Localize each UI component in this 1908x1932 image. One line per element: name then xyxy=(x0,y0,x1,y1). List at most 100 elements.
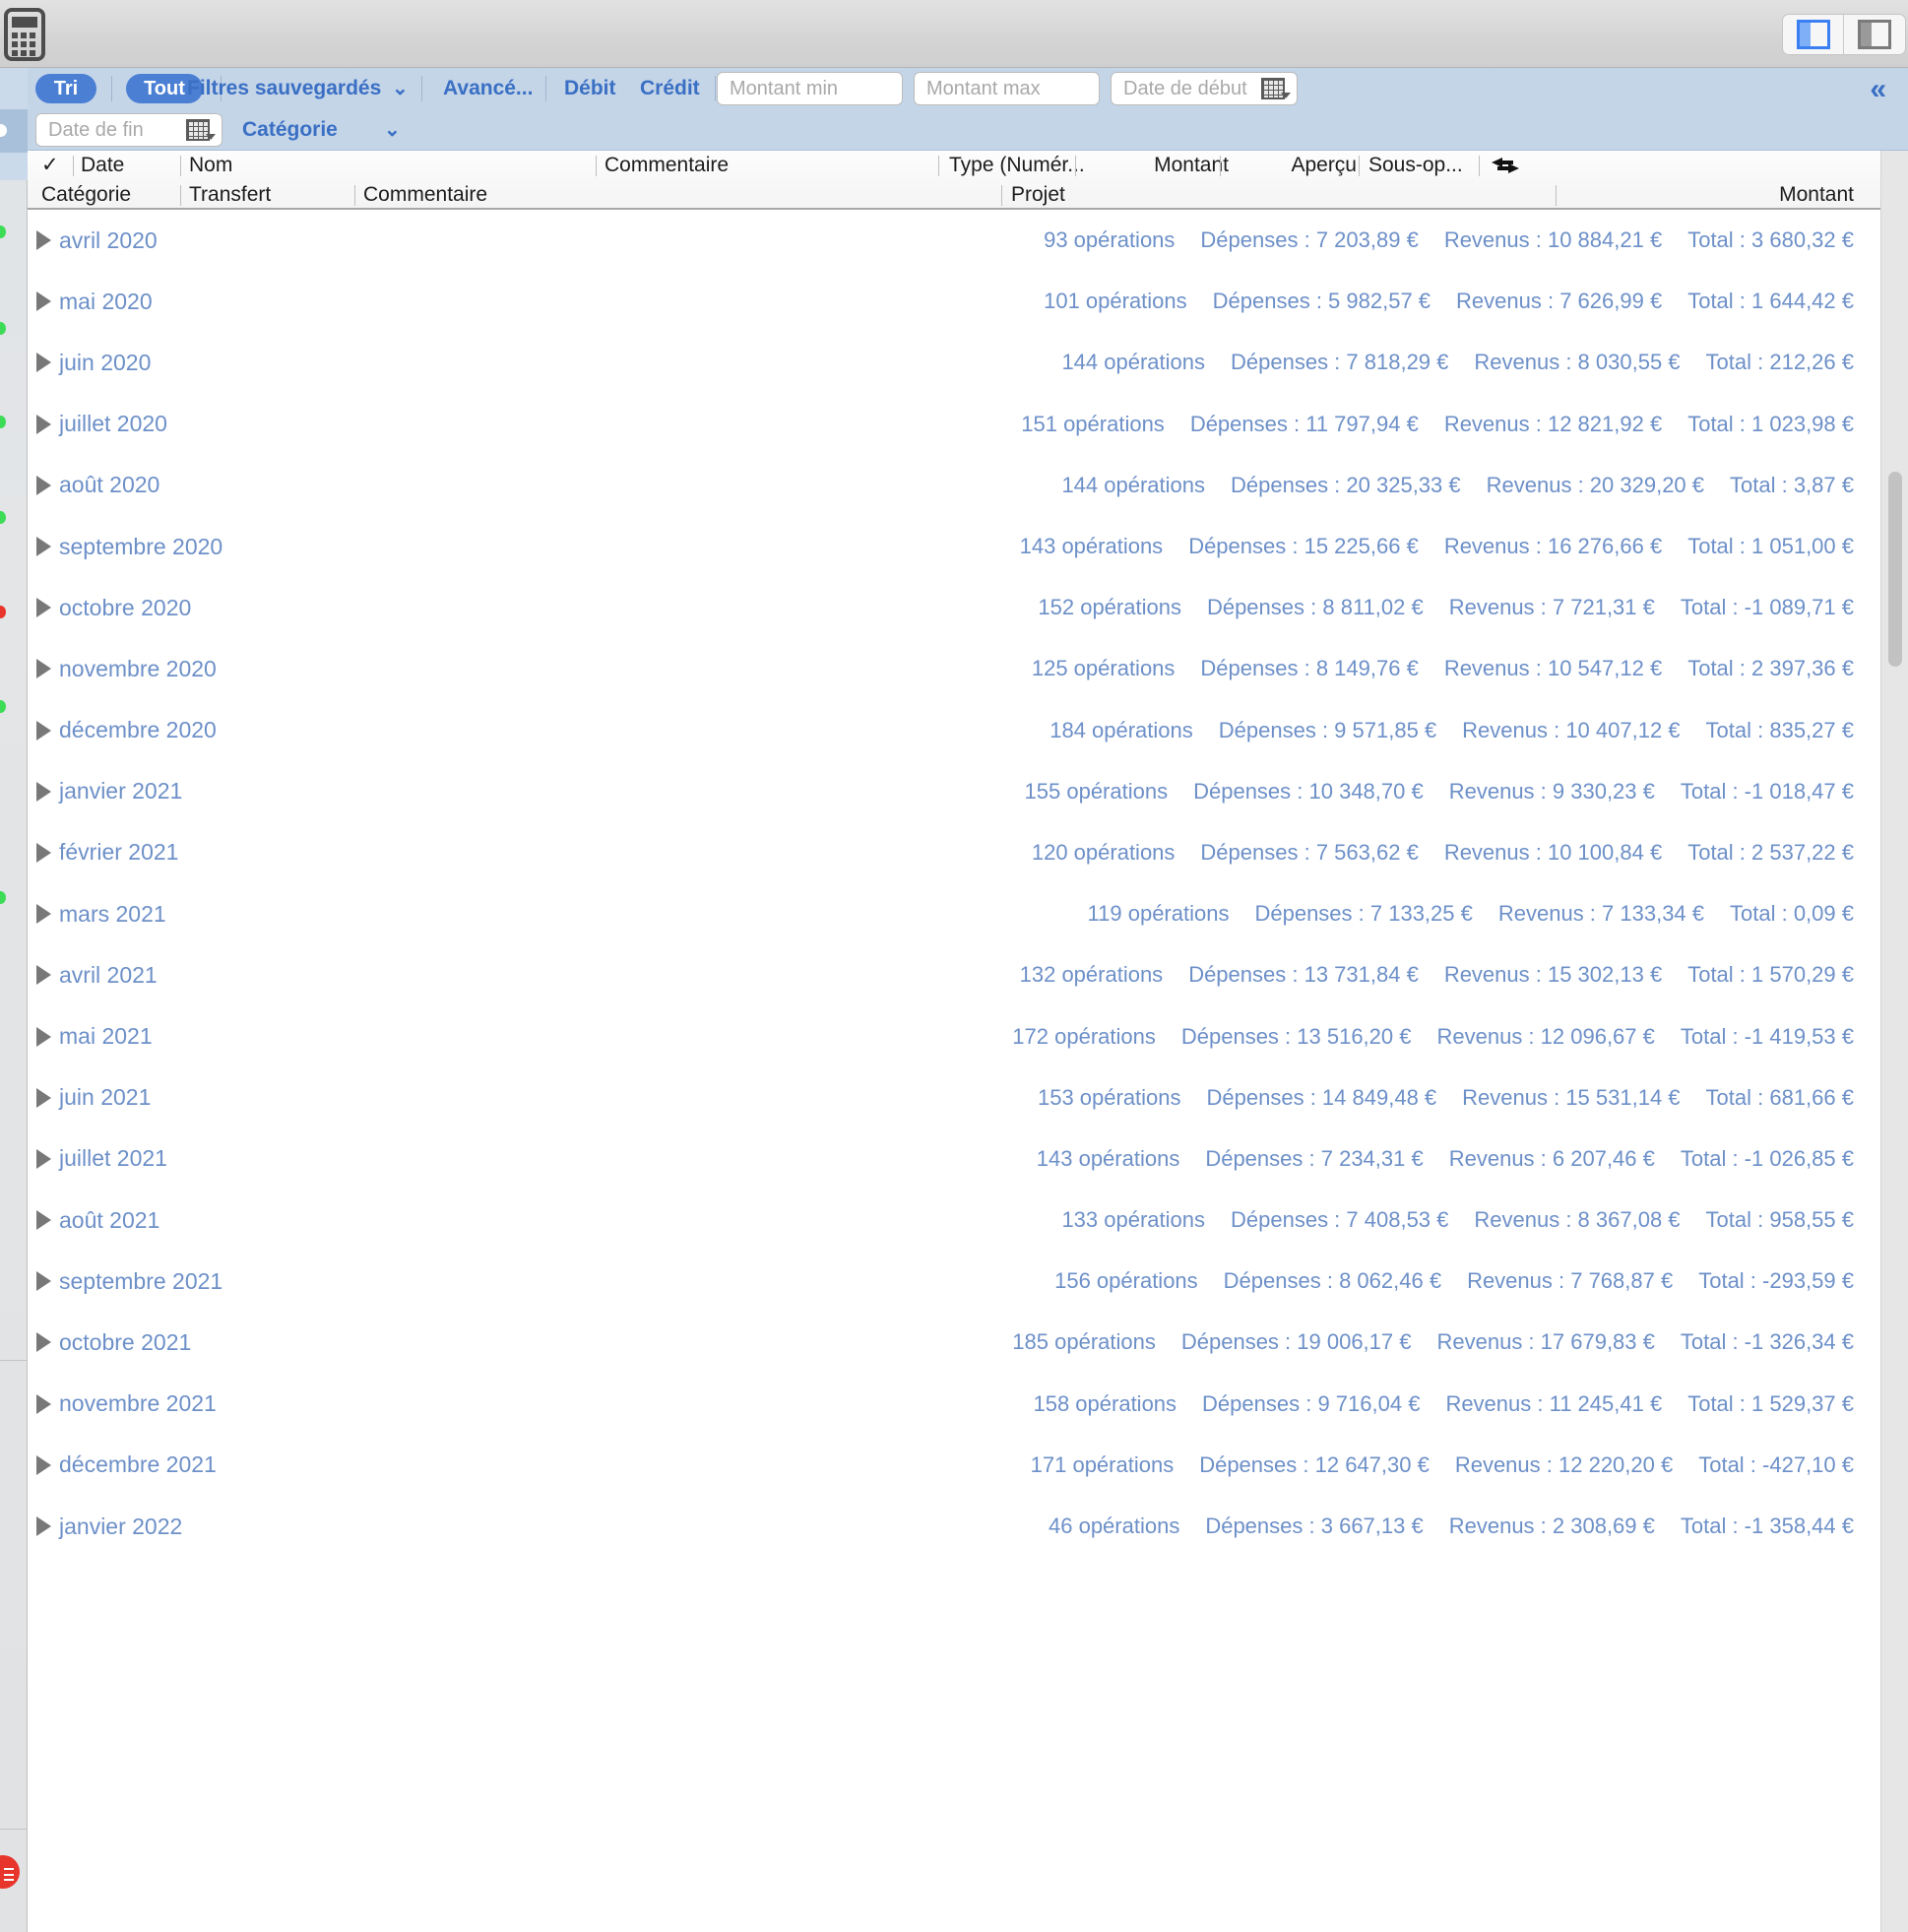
group-month-label[interactable]: juillet 2020 xyxy=(59,411,167,437)
column-header-projet[interactable]: Projet xyxy=(1011,180,1065,208)
disclosure-triangle-icon[interactable] xyxy=(36,230,51,251)
table-row[interactable]: novembre 2021 158 opérations Dépenses : 9 … xyxy=(28,1374,1880,1435)
group-month-label[interactable]: juillet 2021 xyxy=(59,1145,167,1172)
group-month-label[interactable]: janvier 2021 xyxy=(59,778,182,805)
disclosure-triangle-icon[interactable] xyxy=(36,904,51,925)
column-divider[interactable] xyxy=(1001,185,1002,206)
swap-arrows-icon[interactable] xyxy=(1489,155,1522,176)
group-month-label[interactable]: septembre 2020 xyxy=(59,534,223,560)
group-month-label[interactable]: octobre 2021 xyxy=(59,1329,191,1356)
table-row[interactable]: août 2020 144 opérations Dépenses : 20 325… xyxy=(28,455,1880,516)
group-month-label[interactable]: juin 2020 xyxy=(59,350,151,376)
collapse-filters-icon[interactable]: « xyxy=(1870,73,1886,106)
disclosure-triangle-icon[interactable] xyxy=(36,353,51,373)
disclosure-triangle-icon[interactable] xyxy=(36,598,51,618)
sort-button[interactable]: Tri xyxy=(35,74,96,103)
column-divider[interactable] xyxy=(1479,156,1480,176)
column-header-sous-op[interactable]: Sous-op... xyxy=(1368,151,1463,180)
left-panel-toggle-button[interactable] xyxy=(1783,15,1844,54)
group-month-label[interactable]: septembre 2021 xyxy=(59,1268,223,1295)
disclosure-triangle-icon[interactable] xyxy=(36,842,51,863)
disclosure-triangle-icon[interactable] xyxy=(36,1148,51,1169)
disclosure-triangle-icon[interactable] xyxy=(36,537,51,557)
table-row[interactable]: décembre 2021 171 opérations Dépenses : 12… xyxy=(28,1435,1880,1496)
view-toggle-segmented-control[interactable] xyxy=(1782,14,1906,55)
advanced-button[interactable]: Avancé... xyxy=(443,74,533,103)
disclosure-triangle-icon[interactable] xyxy=(36,414,51,434)
start-date-input[interactable]: Date de début xyxy=(1111,72,1298,105)
disclosure-triangle-icon[interactable] xyxy=(36,1210,51,1231)
disclosure-triangle-icon[interactable] xyxy=(36,781,51,802)
category-filter-label[interactable]: Catégorie xyxy=(242,115,338,145)
disclosure-triangle-icon[interactable] xyxy=(36,475,51,495)
disclosure-triangle-icon[interactable] xyxy=(36,1393,51,1414)
amount-max-input[interactable]: Montant max xyxy=(914,72,1100,105)
debit-button[interactable]: Débit xyxy=(564,74,616,103)
disclosure-triangle-icon[interactable] xyxy=(36,965,51,986)
table-row[interactable]: juillet 2020 151 opérations Dépenses : 11 … xyxy=(28,394,1880,455)
credit-button[interactable]: Crédit xyxy=(640,74,700,103)
disclosure-triangle-icon[interactable] xyxy=(36,1332,51,1353)
column-divider[interactable] xyxy=(354,185,355,206)
group-month-label[interactable]: novembre 2020 xyxy=(59,656,217,682)
group-month-label[interactable]: mai 2020 xyxy=(59,289,153,315)
disclosure-triangle-icon[interactable] xyxy=(36,659,51,679)
group-month-label[interactable]: février 2021 xyxy=(59,839,178,866)
table-row[interactable]: avril 2020 93 opérations Dépenses : 7 203,… xyxy=(28,210,1880,271)
table-row[interactable]: mars 2021 119 opérations Dépenses : 7 133,… xyxy=(28,883,1880,944)
group-month-label[interactable]: octobre 2020 xyxy=(59,595,191,621)
column-header-commentaire[interactable]: Commentaire xyxy=(604,151,729,180)
column-header-apercu[interactable]: Aperçu xyxy=(1179,151,1357,180)
disclosure-triangle-icon[interactable] xyxy=(36,1516,51,1537)
group-month-label[interactable]: janvier 2022 xyxy=(59,1513,182,1540)
sidebar-rail[interactable] xyxy=(0,68,28,1932)
disclosure-triangle-icon[interactable] xyxy=(36,1271,51,1292)
table-row[interactable]: mai 2021 172 opérations Dépenses : 13 516,… xyxy=(28,1005,1880,1066)
header-check-icon[interactable]: ✓ xyxy=(41,151,59,180)
disclosure-triangle-icon[interactable] xyxy=(36,1454,51,1475)
table-row[interactable]: juin 2021 153 opérations Dépenses : 14 849… xyxy=(28,1067,1880,1128)
table-row[interactable]: octobre 2020 152 opérations Dépenses : 8 8… xyxy=(28,577,1880,638)
chevron-down-icon[interactable]: ⌄ xyxy=(392,74,409,103)
disclosure-triangle-icon[interactable] xyxy=(36,1026,51,1047)
column-divider[interactable] xyxy=(938,156,939,176)
group-month-label[interactable]: avril 2021 xyxy=(59,962,158,989)
column-header-categorie[interactable]: Catégorie xyxy=(41,180,131,208)
disclosure-triangle-icon[interactable] xyxy=(36,291,51,312)
group-month-label[interactable]: avril 2020 xyxy=(59,227,158,254)
table-row[interactable]: janvier 2021 155 opérations Dépenses : 10 … xyxy=(28,761,1880,822)
column-divider[interactable] xyxy=(596,156,597,176)
column-divider[interactable] xyxy=(73,156,74,176)
table-row[interactable]: novembre 2020 125 opérations Dépenses : 8 … xyxy=(28,638,1880,699)
chevron-down-icon[interactable]: ⌄ xyxy=(384,115,401,145)
group-month-label[interactable]: mai 2021 xyxy=(59,1023,153,1050)
end-date-input[interactable]: Date de fin xyxy=(35,113,223,147)
column-divider[interactable] xyxy=(1556,185,1557,206)
table-row[interactable]: septembre 2020 143 opérations Dépenses : 1… xyxy=(28,516,1880,577)
rail-selected-item[interactable] xyxy=(0,109,28,153)
group-month-label[interactable]: août 2020 xyxy=(59,472,159,498)
table-row[interactable]: juillet 2021 143 opérations Dépenses : 7 2… xyxy=(28,1128,1880,1190)
column-header-date[interactable]: Date xyxy=(81,151,124,180)
group-month-label[interactable]: mars 2021 xyxy=(59,901,166,928)
table-row[interactable]: août 2021 133 opérations Dépenses : 7 408,… xyxy=(28,1190,1880,1251)
transactions-group-list[interactable]: avril 2020 93 opérations Dépenses : 7 203,… xyxy=(28,210,1880,1932)
group-month-label[interactable]: décembre 2020 xyxy=(59,717,217,743)
table-row[interactable]: mai 2020 101 opérations Dépenses : 5 982,5… xyxy=(28,271,1880,332)
amount-min-input[interactable]: Montant min xyxy=(717,72,903,105)
group-month-label[interactable]: décembre 2021 xyxy=(59,1451,217,1478)
disclosure-triangle-icon[interactable] xyxy=(36,1087,51,1108)
red-alert-badge[interactable] xyxy=(0,1855,20,1889)
column-divider[interactable] xyxy=(1359,156,1360,176)
table-row[interactable]: octobre 2021 185 opérations Dépenses : 19 … xyxy=(28,1312,1880,1373)
calendar-icon[interactable] xyxy=(1261,78,1291,99)
group-month-label[interactable]: juin 2021 xyxy=(59,1084,151,1111)
vertical-scrollbar-thumb[interactable] xyxy=(1888,472,1902,667)
column-header-nom[interactable]: Nom xyxy=(189,151,232,180)
saved-filters-label[interactable]: Filtres sauvegardés xyxy=(187,74,381,103)
table-row[interactable]: septembre 2021 156 opérations Dépenses : 8… xyxy=(28,1251,1880,1312)
table-row[interactable]: février 2021 120 opérations Dépenses : 7 5… xyxy=(28,822,1880,883)
column-header-montant2[interactable]: Montant xyxy=(1603,180,1854,208)
column-divider[interactable] xyxy=(180,156,181,176)
group-month-label[interactable]: novembre 2021 xyxy=(59,1390,217,1417)
